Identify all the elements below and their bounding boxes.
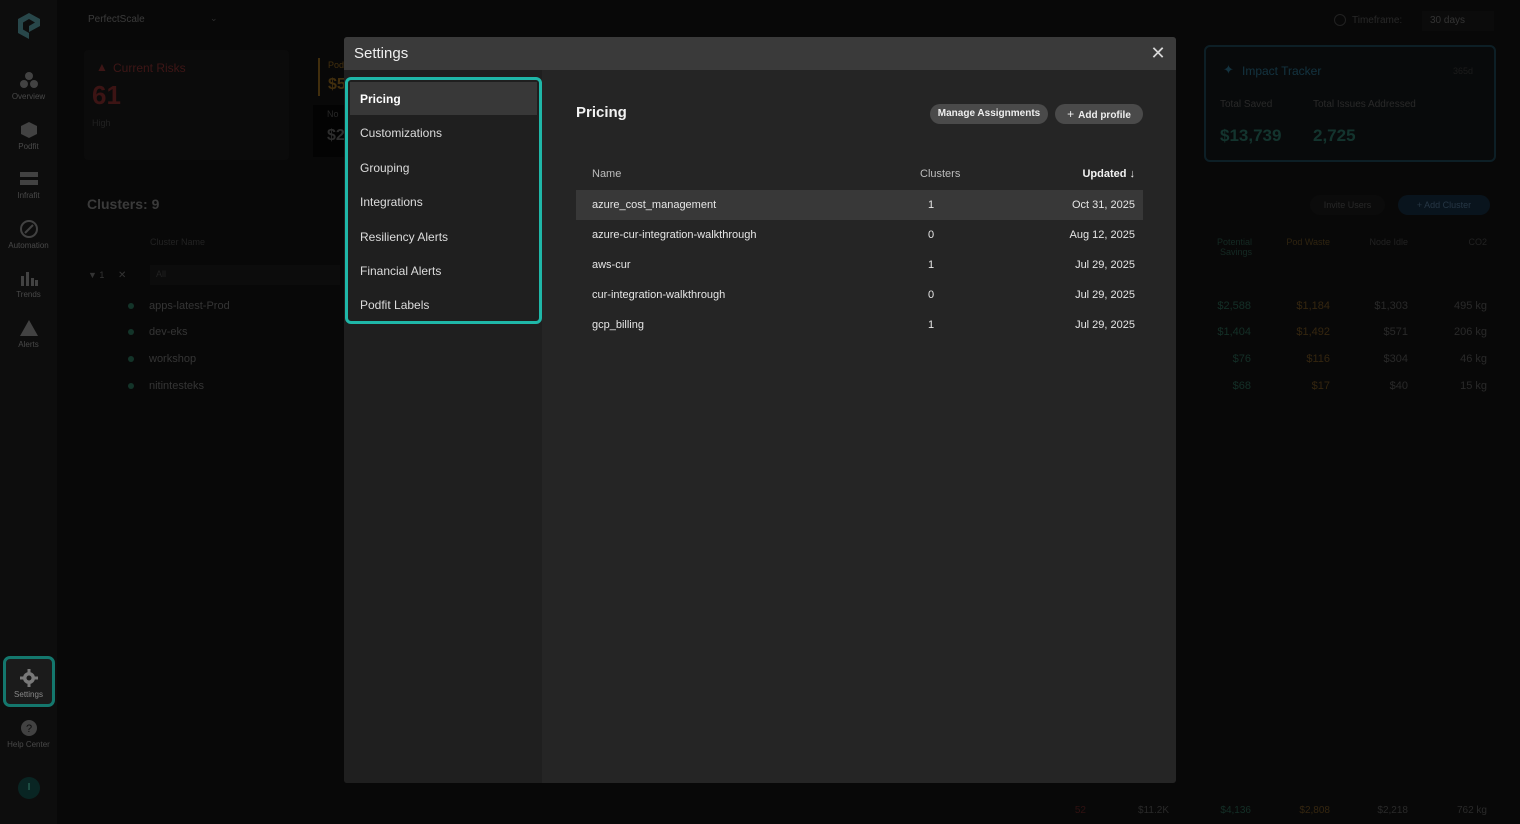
- app: Overview Podfit Infrafit Automation Tren…: [0, 0, 1520, 824]
- table-row[interactable]: azure_cost_management 1 Oct 31, 2025: [576, 190, 1143, 220]
- menu-highlight: [345, 77, 542, 324]
- close-icon[interactable]: ✕: [1148, 43, 1168, 63]
- modal-title: Settings: [354, 45, 409, 62]
- row-updated: Jul 29, 2025: [1075, 289, 1135, 301]
- row-updated: Oct 31, 2025: [1072, 199, 1135, 211]
- settings-modal: Settings ✕ Pricing Customizations Groupi…: [344, 37, 1176, 783]
- plus-icon: +: [1067, 107, 1075, 121]
- row-name: azure_cost_management: [592, 199, 717, 211]
- table-row[interactable]: azure-cur-integration-walkthrough 0 Aug …: [576, 220, 1143, 250]
- modal-header: Settings ✕: [344, 37, 1176, 70]
- row-updated: Aug 12, 2025: [1069, 229, 1135, 241]
- table-row[interactable]: gcp_billing 1 Jul 29, 2025: [576, 310, 1143, 340]
- row-updated: Jul 29, 2025: [1075, 259, 1135, 271]
- row-clusters: 1: [928, 259, 935, 271]
- col-clusters[interactable]: Clusters: [920, 168, 960, 180]
- row-clusters: 0: [928, 229, 935, 241]
- table-row[interactable]: cur-integration-walkthrough 0 Jul 29, 20…: [576, 280, 1143, 310]
- row-clusters: 0: [928, 289, 935, 301]
- row-name: cur-integration-walkthrough: [592, 289, 726, 301]
- col-name[interactable]: Name: [592, 168, 621, 180]
- manage-assignments-button[interactable]: Manage Assignments: [930, 104, 1048, 124]
- add-profile-button[interactable]: + Add profile: [1055, 104, 1143, 124]
- row-updated: Jul 29, 2025: [1075, 319, 1135, 331]
- row-clusters: 1: [928, 319, 935, 331]
- row-name: aws-cur: [592, 259, 631, 271]
- row-name: gcp_billing: [592, 319, 644, 331]
- row-name: azure-cur-integration-walkthrough: [592, 229, 757, 241]
- add-profile-label: Add profile: [1078, 110, 1131, 121]
- col-updated-sort[interactable]: Updated ↓: [1044, 168, 1135, 180]
- row-clusters: 1: [928, 199, 935, 211]
- table-row[interactable]: aws-cur 1 Jul 29, 2025: [576, 250, 1143, 280]
- content-title: Pricing: [576, 104, 627, 121]
